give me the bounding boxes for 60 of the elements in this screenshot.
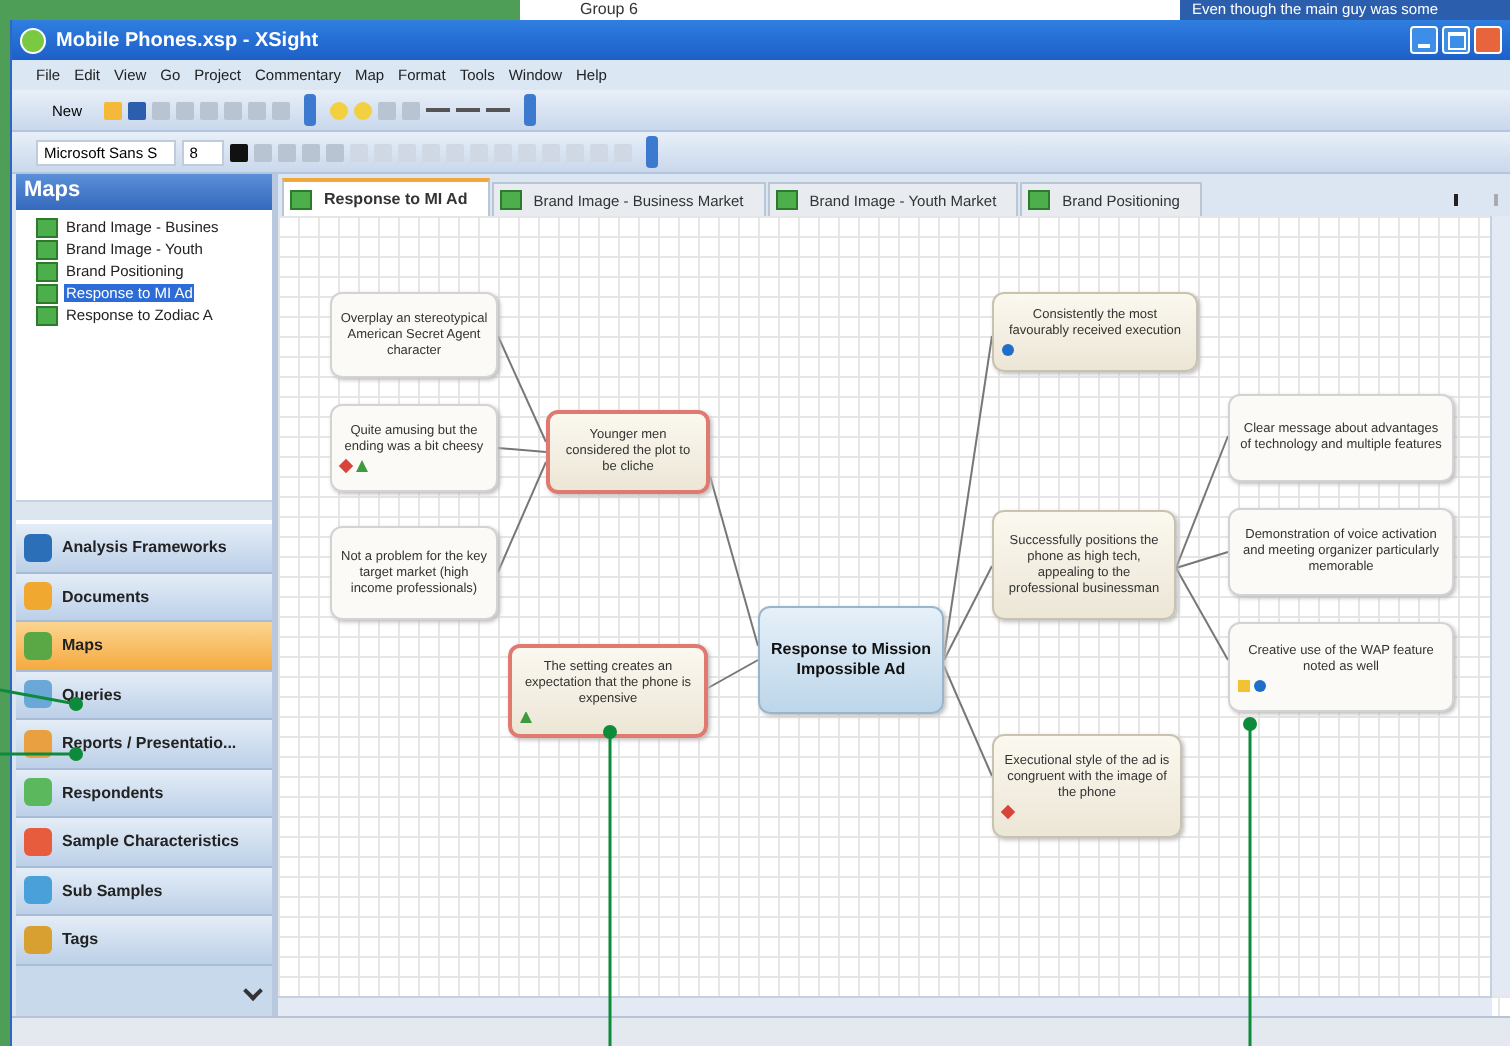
map-icon [36,217,58,237]
nav-button[interactable]: Tags [16,916,272,965]
nav-button[interactable]: Queries [16,671,272,720]
tree-item: Group 6 [578,0,640,20]
map-icon [36,239,58,259]
square-icon[interactable] [224,101,243,119]
app-icon [20,27,46,53]
node-text: Response to Mission Impossible Ad [768,640,933,680]
connector-line [707,659,759,689]
nav-button[interactable]: Respondents [16,769,272,818]
square-icon[interactable] [272,101,291,119]
nav-button[interactable]: Sub Samples [16,867,272,916]
square-icon[interactable] [402,101,421,119]
scrollbar[interactable] [1490,216,1510,996]
map-icon [36,261,58,281]
nav-button[interactable]: Sample Characteristics [16,818,272,867]
connector-line [497,447,547,453]
tile-icon [24,925,52,954]
toolbar-grip[interactable] [304,94,317,126]
nav-button[interactable]: Maps [16,622,272,671]
tile-icon [24,778,52,807]
map-icon [775,190,798,210]
map-icon [290,189,312,209]
close-button[interactable] [1474,26,1502,54]
line-icon[interactable] [456,108,481,112]
tab[interactable]: Response to MI Ad [282,178,490,216]
minimize-button[interactable] [1410,26,1438,54]
nav-button[interactable]: Analysis Frameworks [16,524,272,573]
connector-line [943,665,993,777]
panel-header: Maps [16,174,272,210]
map-icon [1028,190,1051,210]
square-icon[interactable] [277,143,296,161]
tile-icon [24,582,52,611]
line-icon[interactable] [486,108,511,112]
map-icon [36,305,58,325]
window-title: Mobile Phones.xsp - XSight [56,29,321,51]
square-icon[interactable] [325,143,344,161]
scrollbar[interactable] [278,996,1492,1016]
map-icon [36,283,58,303]
connector-line [497,461,547,573]
tile-icon [24,876,52,905]
square-icon[interactable] [378,101,397,119]
square-icon[interactable] [200,101,219,119]
line-icon[interactable] [426,108,451,112]
scrollbar[interactable] [16,500,272,520]
connector-line [497,335,547,443]
map-icon [499,190,522,210]
square-icon[interactable] [176,101,195,119]
tile-icon [24,827,52,856]
tile-icon [24,533,52,562]
maximize-button[interactable] [1442,26,1470,54]
nav-button[interactable]: Documents [16,573,272,622]
toolbar-grip[interactable] [645,136,658,168]
nav-button[interactable]: Reports / Presentatio... [16,720,272,769]
color-swatch-icon[interactable] [229,143,248,161]
map-node[interactable]: Response to Mission Impossible Ad [758,606,944,714]
square-icon[interactable] [248,101,267,119]
toolbar-grip[interactable] [524,94,537,126]
tile-icon [24,631,52,660]
square-icon[interactable] [301,143,320,161]
